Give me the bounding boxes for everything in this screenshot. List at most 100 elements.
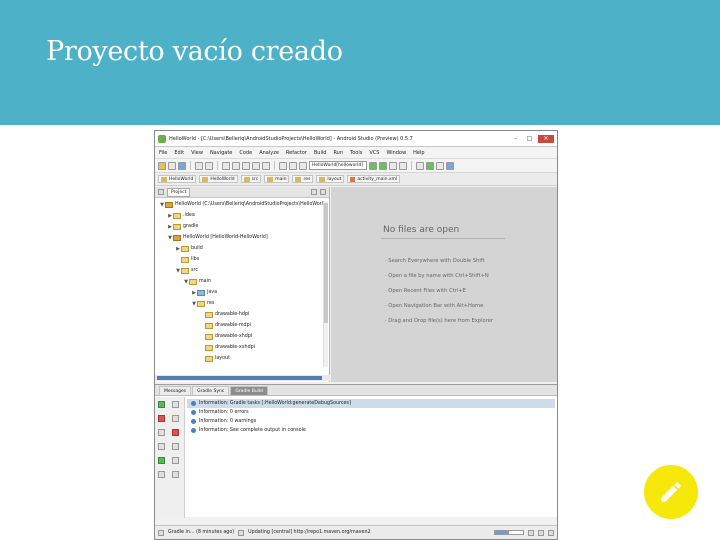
help-icon[interactable] xyxy=(446,161,454,170)
message-row[interactable]: Information: 0 warnings xyxy=(187,417,555,426)
android-studio-window: HelloWorld - [C:\Users\Belleriq\AndroidS… xyxy=(154,130,558,540)
help-icon[interactable] xyxy=(158,471,165,478)
breadcrumb-item[interactable]: main xyxy=(264,175,290,183)
menu-item-analyze[interactable]: Analyze xyxy=(259,150,279,156)
tab-messages[interactable]: Messages xyxy=(159,386,192,395)
settings-icon[interactable] xyxy=(172,457,179,464)
attach-debugger-icon[interactable] xyxy=(389,161,397,170)
replace-icon[interactable] xyxy=(262,161,270,170)
tree-row[interactable]: drawable-hdpi xyxy=(155,309,329,320)
breadcrumb-item[interactable]: src xyxy=(240,175,262,183)
tree-row[interactable]: ▶ build xyxy=(155,243,329,254)
avd-manager-icon[interactable] xyxy=(416,161,424,170)
sdk-manager-icon[interactable] xyxy=(426,161,434,170)
message-text: Information: 0 warnings xyxy=(199,419,257,424)
menu-item-window[interactable]: Window xyxy=(386,150,406,156)
lock-icon[interactable] xyxy=(538,529,544,536)
menu-item-view[interactable]: View xyxy=(191,150,203,156)
maximize-button[interactable]: □ xyxy=(524,135,535,143)
menu-item-help[interactable]: Help xyxy=(413,150,424,156)
tree-row[interactable]: libs xyxy=(155,254,329,265)
tree-label: gradle xyxy=(183,224,199,229)
tree-row[interactable]: ▶ java xyxy=(155,287,329,298)
breadcrumb-item[interactable]: layout xyxy=(316,175,345,183)
menu-item-build[interactable]: Build xyxy=(314,150,327,156)
pin-icon[interactable] xyxy=(158,457,165,464)
menu-item-file[interactable]: File xyxy=(159,150,167,156)
up-arrow-icon[interactable] xyxy=(158,429,165,436)
tab-gradle-build[interactable]: Gradle Build xyxy=(230,386,269,395)
close-button[interactable]: ✕ xyxy=(538,134,554,143)
minimize-button[interactable]: – xyxy=(510,135,521,143)
folder-icon xyxy=(181,267,189,274)
down-arrow-icon[interactable] xyxy=(158,443,165,450)
redo-icon[interactable] xyxy=(205,161,213,170)
project-view-select[interactable]: Project xyxy=(167,187,191,197)
breadcrumb-item[interactable]: activity_main.xml xyxy=(347,175,401,183)
tree-row[interactable]: ▶ .idea xyxy=(155,210,329,221)
stop-icon[interactable] xyxy=(399,161,407,170)
menu-item-code[interactable]: Code xyxy=(239,150,252,156)
tree-row[interactable]: ▶ gradle xyxy=(155,221,329,232)
menu-item-vcs[interactable]: VCS xyxy=(369,150,379,156)
tree-row[interactable]: ▼ src xyxy=(155,265,329,276)
tree-row[interactable]: ▼ HelloWorld [HelloWorld-HelloWorld] xyxy=(155,232,329,243)
tree-row[interactable]: ▼ main xyxy=(155,276,329,287)
close-panel-icon[interactable] xyxy=(172,471,179,478)
editor-area[interactable]: No files are open · Search Everywhere wi… xyxy=(331,187,557,382)
back-icon[interactable] xyxy=(279,161,287,170)
project-tree: ▼ HelloWorld (C:\Users\Belleriq\AndroidSt… xyxy=(155,198,329,364)
panel-hide-icon[interactable] xyxy=(320,189,326,195)
tree-label: src xyxy=(191,268,199,273)
save-all-icon[interactable] xyxy=(168,161,176,170)
tree-row[interactable]: drawable-xhdpi xyxy=(155,331,329,342)
cut-icon[interactable] xyxy=(222,161,230,170)
cancel-task-icon[interactable] xyxy=(528,529,534,536)
open-folder-icon[interactable] xyxy=(158,161,166,170)
breadcrumb-item[interactable]: res xyxy=(292,175,314,183)
tab-gradle-sync[interactable]: Gradle Sync xyxy=(192,386,230,395)
panel-settings-icon[interactable] xyxy=(311,189,317,195)
tree-row[interactable]: ▼ res xyxy=(155,298,329,309)
error-filter-icon[interactable] xyxy=(172,429,179,436)
paste-icon[interactable] xyxy=(242,161,250,170)
tree-row[interactable]: drawable-mdpi xyxy=(155,320,329,331)
sync-icon[interactable] xyxy=(178,161,186,170)
message-text: Information: See complete output in cons… xyxy=(199,428,306,433)
rerun-icon[interactable] xyxy=(158,401,165,408)
breadcrumb-item[interactable]: HelloWorld xyxy=(199,175,238,183)
run-icon[interactable] xyxy=(369,161,377,170)
collapse-all-icon[interactable] xyxy=(172,415,179,422)
tree-row[interactable]: drawable-xxhdpi xyxy=(155,342,329,353)
message-row[interactable]: Information: See complete output in cons… xyxy=(187,426,555,435)
menu-item-edit[interactable]: Edit xyxy=(174,150,184,156)
toolbar-separator xyxy=(217,161,218,170)
edit-fab-button[interactable] xyxy=(644,465,698,519)
expand-all-icon[interactable] xyxy=(172,401,179,408)
debug-icon[interactable] xyxy=(379,161,387,170)
menu-item-tools[interactable]: Tools xyxy=(350,150,362,156)
export-icon[interactable] xyxy=(172,443,179,450)
stop-icon[interactable] xyxy=(158,415,165,422)
project-horizontal-scrollbar[interactable] xyxy=(155,375,330,381)
tree-row[interactable]: layout xyxy=(155,353,329,364)
monitor-icon[interactable] xyxy=(436,161,444,170)
find-icon[interactable] xyxy=(252,161,260,170)
tool-windows-icon[interactable] xyxy=(158,529,164,536)
menu-item-navigate[interactable]: Navigate xyxy=(210,150,232,156)
message-row[interactable]: Information: 0 errors xyxy=(187,408,555,417)
copy-icon[interactable] xyxy=(232,161,240,170)
make-project-icon[interactable] xyxy=(299,161,307,170)
event-log-icon[interactable] xyxy=(548,529,554,536)
breadcrumb-item[interactable]: HelloWorld xyxy=(158,175,197,183)
tree-label: HelloWorld (C:\Users\Belleriq\AndroidStu… xyxy=(175,202,328,207)
tree-row[interactable]: ▼ HelloWorld (C:\Users\Belleriq\AndroidSt… xyxy=(155,199,329,210)
run-config-select[interactable]: HelloWorld[helloworld] xyxy=(309,161,367,170)
message-row[interactable]: Information: Gradle tasks [:HelloWorld:g… xyxy=(187,399,555,408)
menu-item-refactor[interactable]: Refactor xyxy=(286,150,307,156)
forward-icon[interactable] xyxy=(289,161,297,170)
tree-label: libs xyxy=(191,257,200,262)
project-vertical-scrollbar[interactable] xyxy=(323,201,328,367)
menu-item-run[interactable]: Run xyxy=(333,150,343,156)
undo-icon[interactable] xyxy=(195,161,203,170)
